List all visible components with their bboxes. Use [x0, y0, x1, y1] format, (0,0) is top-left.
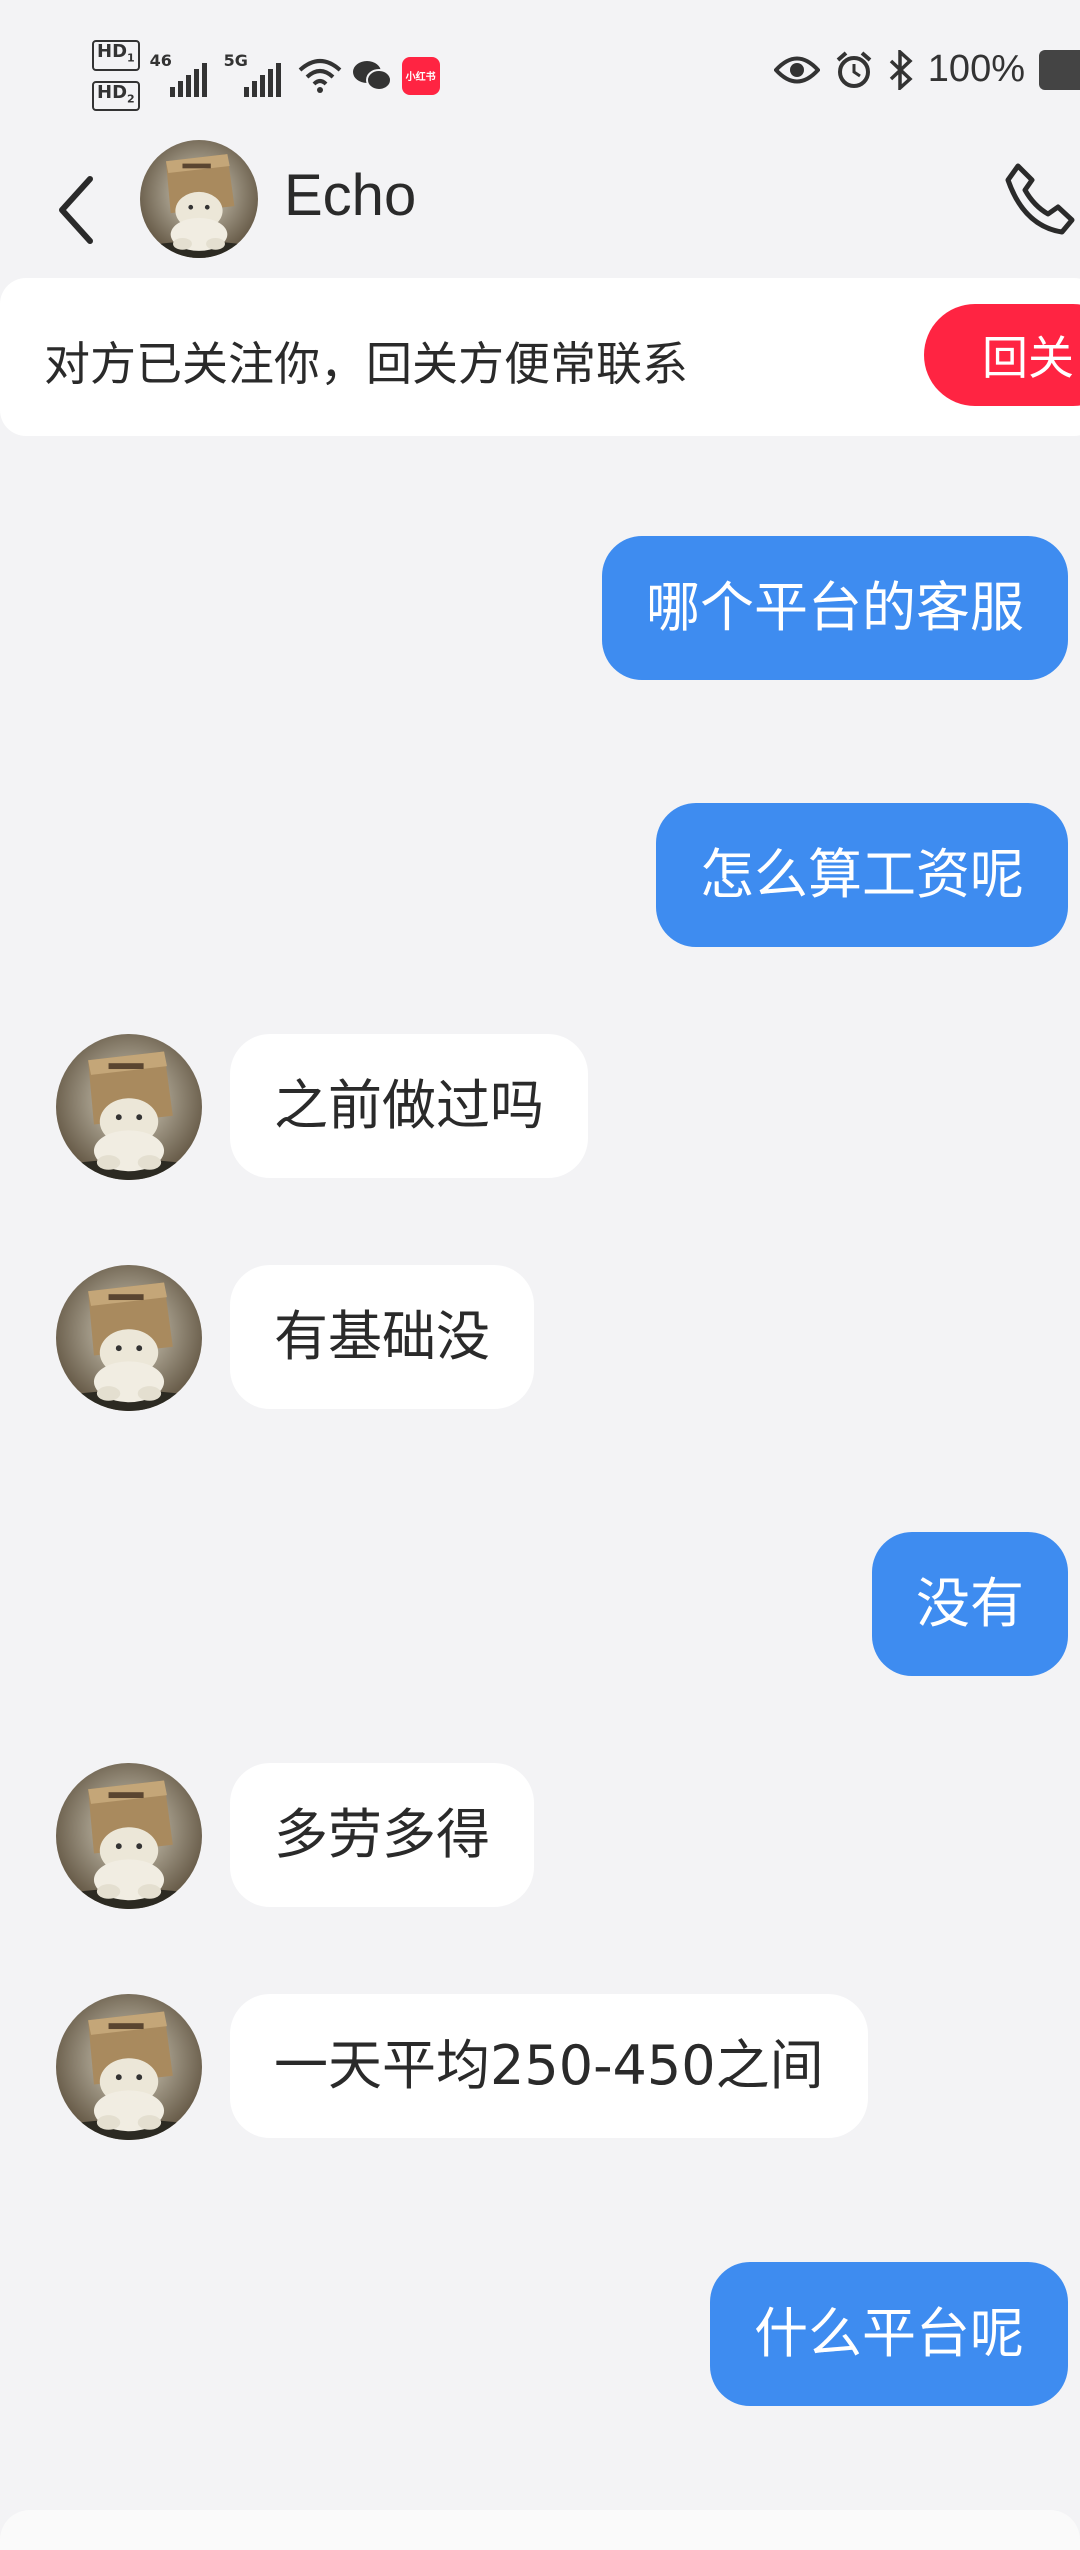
back-icon	[59, 176, 93, 244]
alarm-icon	[834, 50, 874, 90]
hd1-badge: HD1	[92, 40, 140, 71]
sender-avatar[interactable]	[56, 1265, 202, 1411]
sender-avatar[interactable]	[56, 1994, 202, 2140]
input-bar-edge	[0, 2510, 1080, 2550]
follow-back-button[interactable]: 回关	[924, 304, 1080, 406]
message-bubble-incoming[interactable]: 有基础没	[230, 1265, 534, 1409]
contact-name[interactable]: Echo	[284, 162, 416, 229]
xiaohongshu-icon: 小红书	[401, 56, 440, 95]
sender-avatar[interactable]	[56, 1763, 202, 1909]
hd2-badge: HD2	[92, 80, 140, 112]
message-bubble-outgoing[interactable]: 哪个平台的客服	[602, 536, 1068, 680]
follow-back-text: 对方已关注你，回关方便常联系	[44, 337, 688, 391]
eye-icon	[773, 55, 820, 85]
bluetooth-icon	[888, 49, 914, 90]
message-bubble-outgoing[interactable]: 怎么算工资呢	[656, 803, 1068, 947]
battery-percent: 100%	[927, 48, 1025, 90]
status-left: HD1 HD2 46 5G 小红书	[92, 40, 440, 112]
message-bubble-incoming[interactable]: 一天平均250-450之间	[230, 1994, 868, 2138]
sender-avatar[interactable]	[56, 1034, 202, 1180]
message-bubble-incoming[interactable]: 之前做过吗	[230, 1034, 588, 1178]
chat-header: Echo	[0, 140, 1080, 280]
back-button[interactable]	[56, 170, 106, 250]
call-button[interactable]	[1000, 160, 1080, 240]
signal-1-icon: 46	[150, 51, 214, 101]
message-bubble-incoming[interactable]: 多劳多得	[230, 1763, 534, 1907]
wechat-icon	[352, 59, 392, 93]
contact-avatar[interactable]	[140, 140, 258, 258]
status-bar: HD1 HD2 46 5G 小红书 100%	[0, 0, 1080, 140]
follow-back-banner: 对方已关注你，回关方便常联系 回关	[0, 278, 1080, 436]
message-bubble-outgoing[interactable]: 什么平台呢	[710, 2262, 1068, 2406]
hd-indicators: HD1 HD2	[92, 40, 140, 112]
wifi-icon	[298, 58, 342, 94]
phone-icon	[1005, 163, 1075, 235]
status-right: 100%	[773, 48, 1080, 91]
message-bubble-outgoing[interactable]: 没有	[872, 1532, 1068, 1676]
signal-2-icon: 5G	[224, 51, 288, 101]
battery-icon	[1039, 49, 1080, 90]
